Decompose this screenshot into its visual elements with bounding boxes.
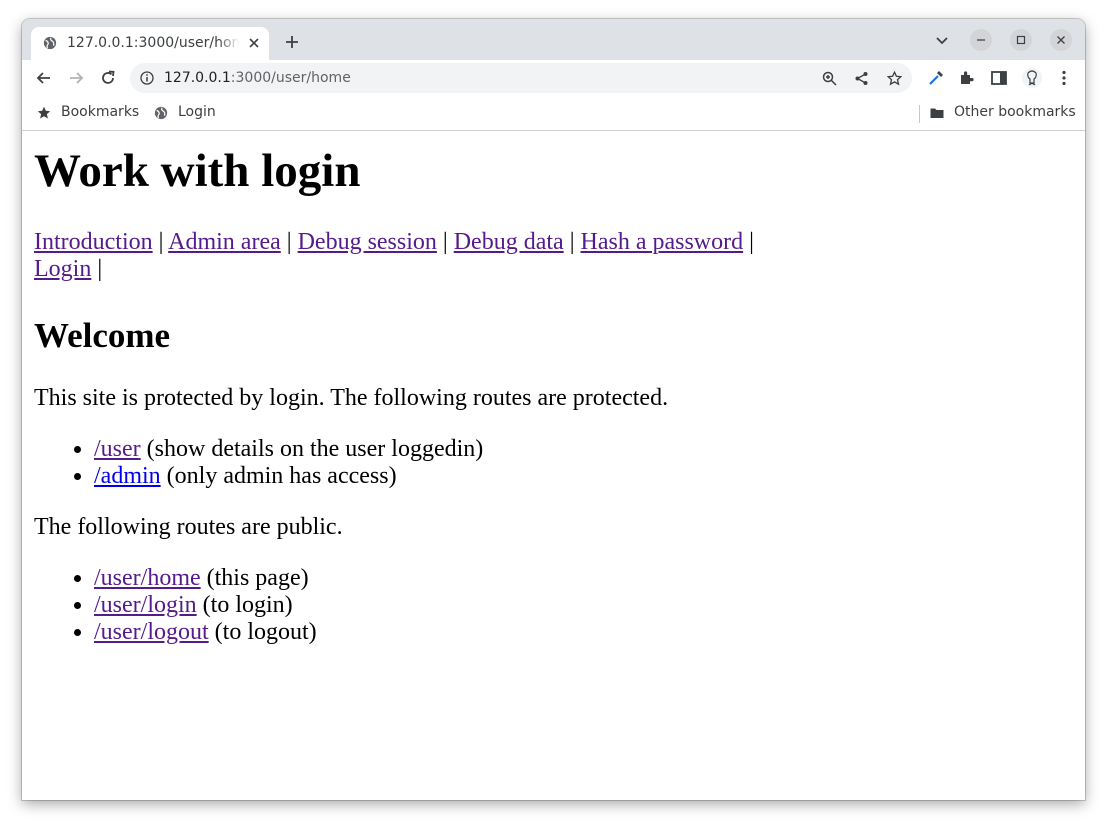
page-title: Work with login [34, 145, 361, 197]
eyedropper-icon[interactable] [927, 69, 945, 87]
nav-separator: | [97, 256, 103, 282]
bookmark-star-icon[interactable] [887, 71, 902, 86]
minimize-icon [977, 39, 985, 41]
welcome-heading: Welcome [34, 316, 171, 355]
list-item: /user/login (to login) [94, 592, 317, 619]
globe-icon [154, 106, 168, 120]
bookmark-label: Login [178, 104, 216, 120]
route-desc: (show details on the user loggedin) [140, 436, 484, 462]
other-bookmarks-label: Other bookmarks [954, 104, 1076, 120]
public-intro: The following routes are public. [34, 514, 343, 540]
route-link-user-login[interactable]: /user/login [94, 592, 197, 618]
protected-intro: This site is protected by login. The fol… [34, 385, 669, 411]
address-bar[interactable]: 127.0.0.1:3000/user/home [130, 63, 912, 93]
nav-separator: | [749, 229, 754, 255]
reload-icon[interactable] [99, 69, 117, 87]
tab-title: 127.0.0.1:3000/user/home [67, 35, 239, 51]
bookmark-label: Bookmarks [61, 104, 140, 120]
list-item: /user (show details on the user loggedin… [94, 436, 483, 463]
route-link-user[interactable]: /user [94, 436, 141, 462]
url-path: :3000/user/home [230, 70, 351, 86]
page-content: Work with login Introduction | Admin are… [22, 131, 1085, 800]
nav-separator: | [286, 229, 292, 255]
nav-link-login[interactable]: Login [34, 256, 91, 282]
new-tab-icon[interactable] [284, 34, 300, 50]
forward-arrow-icon[interactable] [67, 69, 85, 87]
route-link-admin[interactable]: /admin [94, 463, 161, 489]
side-panel-icon[interactable] [990, 69, 1008, 87]
star-icon [37, 106, 51, 119]
route-desc: (only admin has access) [160, 463, 397, 489]
globe-icon [43, 36, 57, 50]
nav-separator: | [442, 229, 448, 255]
protected-routes-list: /user (show details on the user loggedin… [34, 436, 483, 490]
list-item: /user/logout (to logout) [94, 619, 317, 646]
route-desc: (this page) [200, 565, 309, 591]
main-nav: Introduction | Admin area | Debug sessio… [34, 229, 794, 283]
tab-strip: 127.0.0.1:3000/user/home [22, 19, 1085, 60]
nav-link-debug-data[interactable]: Debug data [454, 229, 564, 255]
menu-kebab-icon[interactable] [1055, 69, 1073, 87]
list-item: /admin (only admin has access) [94, 463, 483, 490]
nav-separator: | [158, 229, 164, 255]
close-tab-icon[interactable] [247, 36, 261, 50]
folder-icon [930, 108, 944, 118]
bookmarks-bar: Bookmarks Login Other bookmarks [22, 97, 1085, 131]
toolbar: 127.0.0.1:3000/user/home [22, 60, 1085, 97]
nav-separator: | [569, 229, 575, 255]
url-text[interactable]: 127.0.0.1:3000/user/home [164, 70, 351, 86]
close-window-button[interactable] [1050, 29, 1072, 51]
public-routes-list: /user/home (this page) /user/login (to l… [34, 565, 317, 646]
info-icon[interactable] [140, 71, 154, 85]
route-desc: (to login) [196, 592, 293, 618]
list-item: /user/home (this page) [94, 565, 317, 592]
bookmarks-divider [919, 105, 920, 123]
share-icon[interactable] [854, 71, 869, 86]
zoom-icon[interactable] [822, 71, 837, 86]
nav-link-hash-password[interactable]: Hash a password [581, 229, 744, 255]
profile-avatar-icon[interactable] [1021, 67, 1043, 89]
maximize-icon [1016, 35, 1026, 45]
route-link-user-logout[interactable]: /user/logout [94, 619, 209, 645]
route-link-user-home[interactable]: /user/home [94, 565, 201, 591]
url-host: 127.0.0.1 [164, 70, 231, 86]
nav-link-introduction[interactable]: Introduction [34, 229, 153, 255]
back-arrow-icon[interactable] [35, 69, 53, 87]
route-desc: (to logout) [208, 619, 317, 645]
chevron-down-icon[interactable] [935, 36, 949, 46]
maximize-button[interactable] [1010, 29, 1032, 51]
browser-window: 127.0.0.1:3000/user/home 127.0.0.1:3000/… [22, 19, 1085, 800]
minimize-button[interactable] [970, 29, 992, 51]
extensions-icon[interactable] [958, 69, 976, 87]
nav-link-debug-session[interactable]: Debug session [298, 229, 437, 255]
nav-link-admin-area[interactable]: Admin area [168, 229, 281, 255]
active-tab[interactable]: 127.0.0.1:3000/user/home [31, 27, 269, 60]
close-icon [1057, 36, 1065, 44]
